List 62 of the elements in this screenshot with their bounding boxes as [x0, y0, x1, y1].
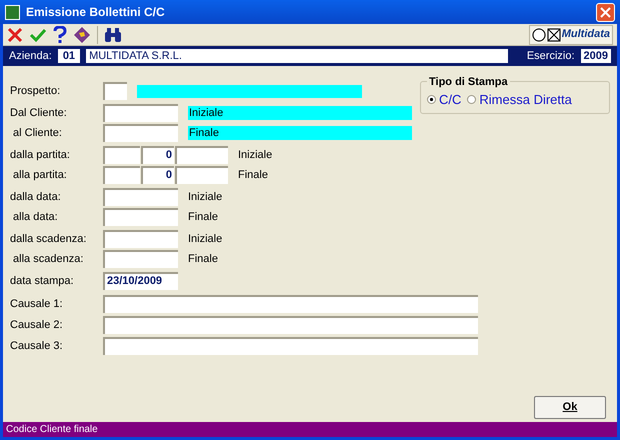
description-bar: Finale	[188, 126, 412, 140]
window-title: Emissione Bollettini C/C	[26, 4, 166, 21]
input-field[interactable]	[103, 124, 178, 142]
field-label: Prospetto:	[10, 84, 62, 99]
field-label: Causale 3:	[10, 338, 64, 354]
field-label: alla partita:	[12, 168, 68, 183]
input-field[interactable]: 23/10/2009	[103, 272, 178, 290]
input-field[interactable]	[103, 208, 178, 226]
hint-text: Finale	[188, 252, 218, 267]
hint-text: Iniziale	[188, 190, 222, 205]
field-label: alla data:	[12, 210, 59, 225]
hint-text: Iniziale	[188, 232, 222, 247]
status-bar: Codice Cliente finale	[3, 422, 617, 437]
year-label: Esercizio:	[526, 48, 575, 64]
hint-text: Finale	[238, 168, 268, 183]
input-field[interactable]: 0	[141, 166, 174, 184]
year-value: 2009	[580, 49, 611, 63]
radio-label[interactable]: Rimessa Diretta	[479, 90, 572, 110]
binoculars-icon[interactable]	[104, 26, 122, 42]
company-name: MULTIDATA S.R.L.	[86, 49, 508, 63]
close-icon[interactable]	[7, 26, 23, 42]
hint-text: Finale	[188, 210, 218, 225]
input-field[interactable]	[103, 82, 127, 100]
input-field[interactable]	[103, 316, 478, 334]
company-label: Azienda:	[9, 48, 52, 64]
field-label: Causale 2:	[10, 318, 64, 333]
input-field[interactable]: 0	[141, 146, 174, 164]
input-field[interactable]	[103, 104, 178, 122]
app-icon	[5, 4, 20, 20]
field-label: Dal Cliente:	[10, 106, 68, 121]
input-field[interactable]	[103, 295, 478, 313]
input-field[interactable]	[103, 166, 140, 184]
field-label: dalla partita:	[10, 148, 71, 163]
radio-button[interactable]	[467, 95, 476, 104]
company-code: 01	[58, 49, 80, 63]
close-button[interactable]	[596, 2, 615, 22]
input-field[interactable]	[103, 337, 478, 355]
radio-button[interactable]	[427, 95, 436, 104]
circle-icon	[532, 28, 546, 42]
field-label: dalla scadenza:	[10, 232, 88, 247]
input-field[interactable]	[103, 230, 178, 248]
field-label: data stampa:	[10, 274, 75, 289]
input-field[interactable]	[103, 146, 140, 164]
field-label: Causale 1:	[10, 296, 64, 312]
hint-text: Iniziale	[238, 148, 272, 163]
input-field[interactable]	[175, 146, 228, 164]
field-label: al Cliente:	[12, 126, 63, 141]
input-field[interactable]	[175, 166, 228, 184]
logo-text: Multidata	[562, 27, 610, 42]
help-icon[interactable]	[53, 26, 67, 44]
logo-button[interactable]: Multidata	[528, 24, 613, 44]
radio-label[interactable]: C/C	[439, 90, 462, 110]
group-title: Tipo di Stampa	[427, 74, 510, 90]
field-label: alla scadenza:	[12, 252, 84, 267]
input-field[interactable]	[103, 250, 178, 268]
ok-button[interactable]: Ok	[534, 396, 606, 419]
description-bar: Iniziale	[188, 106, 412, 120]
check-icon[interactable]	[29, 26, 47, 42]
field-label: dalla data:	[10, 190, 62, 205]
close-icon	[600, 6, 611, 18]
input-field[interactable]	[103, 188, 178, 206]
crossed-box-icon	[546, 28, 561, 42]
